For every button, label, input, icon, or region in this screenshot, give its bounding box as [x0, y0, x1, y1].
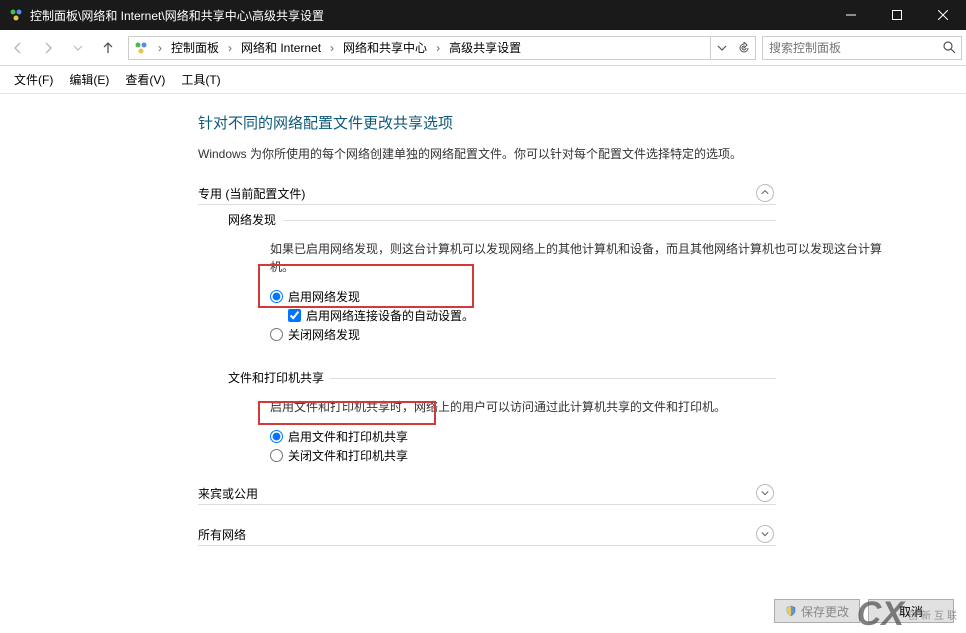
back-button[interactable] — [4, 34, 32, 62]
radio-enable-filesharing[interactable]: 启用文件和打印机共享 — [270, 428, 966, 445]
menu-edit[interactable]: 编辑(E) — [61, 67, 117, 92]
menu-view[interactable]: 查看(V) — [117, 67, 173, 92]
expand-icon[interactable] — [756, 484, 774, 502]
app-icon — [8, 7, 24, 23]
minimize-button[interactable] — [828, 0, 874, 30]
location-icon — [129, 40, 153, 56]
search-input[interactable] — [763, 41, 937, 55]
profile-guest-header[interactable]: 来宾或公用 — [198, 484, 776, 505]
section-file-sharing: 文件和打印机共享 — [228, 369, 966, 386]
navbar: › 控制面板 › 网络和 Internet › 网络和共享中心 › 高级共享设置 — [0, 30, 966, 66]
up-button[interactable] — [94, 34, 122, 62]
save-button[interactable]: 保存更改 — [774, 599, 860, 623]
collapse-icon[interactable] — [756, 184, 774, 202]
discovery-description: 如果已启用网络发现，则这台计算机可以发现网络上的其他计算机和设备，而且其他网络计… — [270, 240, 900, 276]
expand-icon[interactable] — [756, 525, 774, 543]
profile-all-label: 所有网络 — [198, 526, 756, 543]
history-dropdown-icon[interactable] — [711, 37, 733, 59]
forward-button[interactable] — [34, 34, 62, 62]
breadcrumb-item[interactable]: 网络和 Internet — [237, 37, 325, 59]
radio-enable-discovery[interactable]: 启用网络发现 — [270, 288, 966, 305]
chevron-right-icon[interactable]: › — [223, 41, 237, 55]
search-icon[interactable] — [937, 41, 961, 54]
chevron-right-icon[interactable]: › — [325, 41, 339, 55]
menubar: 文件(F) 编辑(E) 查看(V) 工具(T) — [0, 66, 966, 94]
page-heading: 针对不同的网络配置文件更改共享选项 — [198, 112, 966, 133]
refresh-icon[interactable] — [733, 37, 755, 59]
breadcrumb-item[interactable]: 网络和共享中心 — [339, 37, 431, 59]
address-bar[interactable]: › 控制面板 › 网络和 Internet › 网络和共享中心 › 高级共享设置 — [128, 36, 756, 60]
content-area: 针对不同的网络配置文件更改共享选项 Windows 为你所使用的每个网络创建单独… — [0, 94, 966, 546]
chevron-right-icon[interactable]: › — [431, 41, 445, 55]
profile-private-label: 专用 (当前配置文件) — [198, 185, 756, 202]
chevron-right-icon[interactable]: › — [153, 41, 167, 55]
watermark: CX 创新互联 — [857, 597, 960, 631]
breadcrumb-item[interactable]: 高级共享设置 — [445, 37, 525, 59]
recent-dropdown[interactable] — [64, 34, 92, 62]
radio-disable-discovery[interactable]: 关闭网络发现 — [270, 326, 966, 343]
radio-disable-filesharing[interactable]: 关闭文件和打印机共享 — [270, 447, 966, 464]
profile-private-header[interactable]: 专用 (当前配置文件) — [198, 184, 776, 205]
menu-file[interactable]: 文件(F) — [6, 67, 61, 92]
window-title: 控制面板\网络和 Internet\网络和共享中心\高级共享设置 — [30, 7, 828, 24]
breadcrumb-item[interactable]: 控制面板 — [167, 37, 223, 59]
checkbox-auto-setup[interactable]: 启用网络连接设备的自动设置。 — [288, 307, 966, 324]
shield-icon — [785, 605, 797, 617]
filesharing-description: 启用文件和打印机共享时，网络上的用户可以访问通过此计算机共享的文件和打印机。 — [270, 398, 900, 416]
titlebar: 控制面板\网络和 Internet\网络和共享中心\高级共享设置 — [0, 0, 966, 30]
close-button[interactable] — [920, 0, 966, 30]
menu-tools[interactable]: 工具(T) — [173, 67, 228, 92]
profile-all-header[interactable]: 所有网络 — [198, 525, 776, 546]
section-network-discovery: 网络发现 — [228, 211, 966, 228]
watermark-text: 创新互联 — [908, 607, 960, 622]
page-description: Windows 为你所使用的每个网络创建单独的网络配置文件。你可以针对每个配置文… — [198, 145, 966, 162]
maximize-button[interactable] — [874, 0, 920, 30]
profile-guest-label: 来宾或公用 — [198, 485, 756, 502]
search-box[interactable] — [762, 36, 962, 60]
watermark-logo: CX — [857, 597, 904, 631]
